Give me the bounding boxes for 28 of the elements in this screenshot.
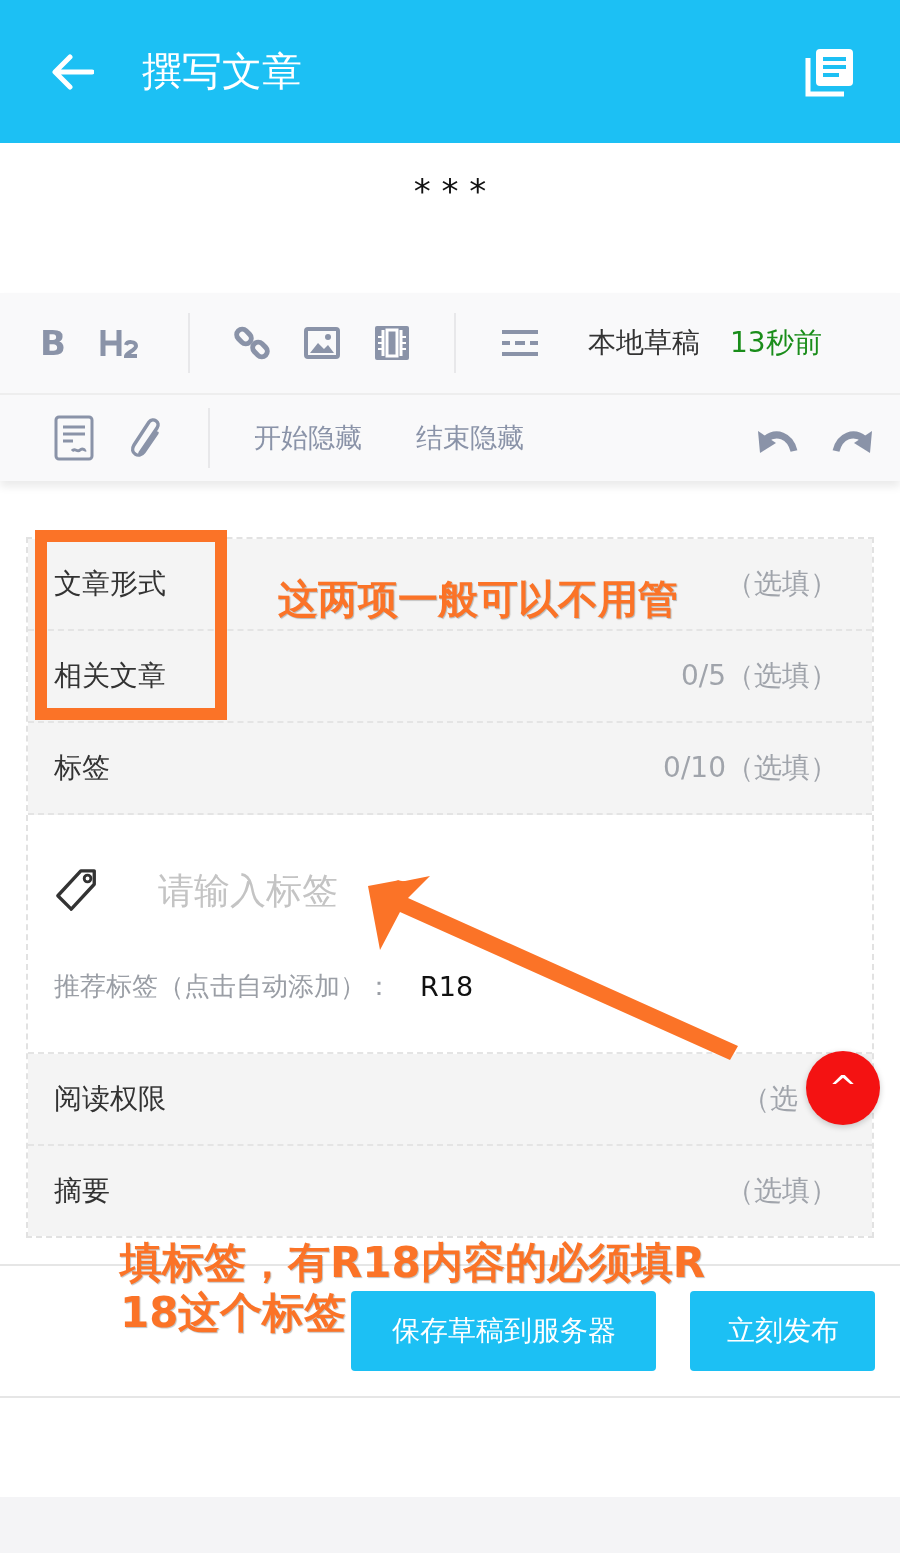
row-value: （选填） xyxy=(726,566,838,602)
settings-row[interactable]: 标签 0/10（选填） xyxy=(28,723,872,815)
row-label: 阅读权限 xyxy=(54,1081,166,1117)
settings-row[interactable]: 相关文章 0/5（选填） xyxy=(28,631,872,723)
settings-row[interactable]: 摘要 （选填） xyxy=(28,1146,872,1236)
row-label: 标签 xyxy=(54,750,110,786)
article-title[interactable]: * * * xyxy=(0,143,900,293)
note-icon[interactable] xyxy=(54,415,94,461)
row-value: 0/5（选填） xyxy=(680,658,838,694)
draft-time: 13秒前 xyxy=(729,325,822,361)
annotation-text: 填标签，有R18内容的必须填R xyxy=(120,1238,706,1288)
annotation-text: 18这个标签 xyxy=(120,1288,347,1338)
row-label: 摘要 xyxy=(54,1173,110,1209)
row-value: （选填） xyxy=(726,1173,838,1209)
back-arrow-icon[interactable] xyxy=(50,53,94,90)
link-icon[interactable] xyxy=(233,325,270,361)
video-icon[interactable] xyxy=(373,325,410,361)
screen-title: 撰写文章 xyxy=(142,47,303,96)
image-icon[interactable] xyxy=(303,327,340,359)
suggested-tag[interactable]: R18 xyxy=(420,971,474,1002)
divider-line-icon[interactable] xyxy=(499,328,540,358)
row-label: 文章形式 xyxy=(54,566,166,602)
draft-label: 本地草稿 xyxy=(587,325,700,361)
row-value: （选 xyxy=(742,1081,798,1117)
row-value: 0/10（选填） xyxy=(663,750,838,786)
annotation-text: 这两项一般可以不用管 xyxy=(278,575,678,624)
row-label: 相关文章 xyxy=(54,658,166,694)
suggested-tags-label: 推荐标签（点击自动添加）： xyxy=(54,970,392,1003)
